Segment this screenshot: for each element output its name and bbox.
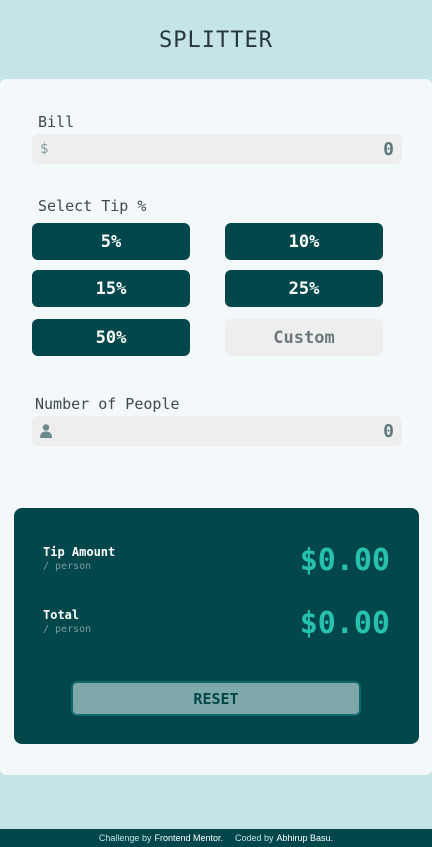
attribution-footer: Challenge by Frontend Mentor. Coded by A…: [0, 829, 432, 847]
tip-amount-label: Tip Amount: [43, 545, 116, 559]
tip-15-button[interactable]: 15%: [32, 270, 190, 307]
custom-tip-input[interactable]: Custom: [225, 319, 383, 356]
tip-10-button[interactable]: 10%: [225, 223, 383, 260]
bill-value[interactable]: 0: [383, 139, 394, 160]
coded-prefix: Coded by: [235, 833, 274, 843]
people-input[interactable]: 0: [32, 416, 402, 446]
frontend-mentor-link[interactable]: Frontend Mentor.: [154, 833, 223, 843]
total-label: Total: [43, 608, 80, 622]
app-logo: SPLITTER: [159, 28, 273, 53]
tip-25-button[interactable]: 25%: [225, 270, 383, 307]
reset-button[interactable]: RESET: [71, 681, 361, 716]
dollar-icon: $: [40, 141, 49, 157]
select-tip-label: Select Tip %: [38, 197, 147, 215]
bill-input[interactable]: $ 0: [32, 134, 402, 164]
tip-50-button[interactable]: 50%: [32, 319, 190, 356]
author-link[interactable]: Abhirup Basu.: [277, 833, 334, 843]
total-per-person: / person: [43, 624, 92, 635]
bill-label: Bill: [38, 113, 75, 131]
tip-5-button[interactable]: 5%: [32, 223, 190, 260]
result-panel: Tip Amount / person $0.00 Total / person…: [14, 508, 419, 744]
tip-amount-value: $0.00: [299, 543, 390, 578]
total-value: $0.00: [299, 606, 390, 641]
person-icon: [40, 424, 52, 438]
people-label: Number of People: [35, 395, 180, 413]
challenge-prefix: Challenge by: [98, 833, 152, 843]
tip-amount-per-person: / person: [43, 561, 92, 572]
people-value[interactable]: 0: [383, 421, 394, 442]
